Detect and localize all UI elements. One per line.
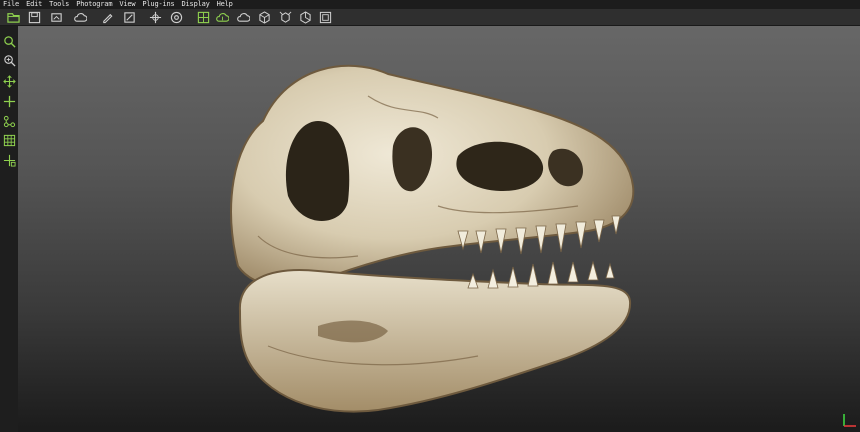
menu-tools[interactable]: Tools (49, 0, 69, 9)
transform-icon (3, 154, 16, 167)
menu-plugins[interactable]: Plug-ins (142, 0, 174, 9)
export-button[interactable] (49, 10, 63, 24)
save-button[interactable] (27, 10, 41, 24)
toolbar (0, 9, 860, 26)
menu-help[interactable]: Help (217, 0, 233, 9)
axis-gizmo-icon (843, 414, 856, 427)
zoom-tool-button[interactable] (2, 34, 16, 48)
menu-edit[interactable]: Edit (26, 0, 42, 9)
move-icon (149, 11, 161, 23)
export-icon (50, 12, 62, 22)
cloud-sync-icon (215, 12, 229, 22)
edit-icon (123, 11, 135, 23)
cube-frame-icon (319, 11, 331, 23)
cloud-button[interactable] (73, 10, 87, 24)
grid-tool-button[interactable] (2, 133, 16, 147)
cloud-icon (73, 12, 87, 22)
brush-button[interactable] (100, 10, 114, 24)
cloud-outline-icon (236, 12, 250, 22)
save-icon (28, 11, 40, 23)
zoom-region-tool-button[interactable] (2, 53, 16, 67)
edit-button[interactable] (122, 10, 136, 24)
brush-icon (102, 13, 112, 23)
open-folder-icon (6, 12, 20, 23)
target-icon (170, 11, 182, 23)
cube-arrows-icon (279, 11, 291, 23)
skull-model (230, 64, 635, 413)
move-axis-tool-button[interactable] (2, 94, 16, 108)
move-axis-icon (3, 95, 15, 107)
cube-alt-button[interactable] (298, 10, 312, 24)
pan-tool-button[interactable] (2, 74, 16, 88)
side-toolbar (0, 26, 19, 432)
cube-icon (258, 10, 270, 24)
cube-alt-icon (299, 10, 311, 24)
menu-bar: File Edit Tools Photogram View Plug-ins … (0, 0, 860, 9)
menu-file[interactable]: File (3, 0, 19, 9)
mesh-button[interactable] (196, 10, 210, 24)
pan-icon (2, 74, 16, 88)
mesh-icon (197, 11, 209, 23)
cube-arrows-button[interactable] (278, 10, 292, 24)
cube-button[interactable] (257, 10, 271, 24)
target-button[interactable] (169, 10, 183, 24)
menu-view[interactable]: View (119, 0, 135, 9)
transform-tool-button[interactable] (2, 153, 16, 167)
cloud-sync-button[interactable] (215, 10, 229, 24)
move-button[interactable] (148, 10, 162, 24)
zoom-region-icon (3, 54, 16, 67)
nodes-tool-button[interactable] (2, 114, 16, 128)
3d-viewport[interactable] (18, 26, 860, 432)
grid-icon (3, 134, 15, 146)
menu-display[interactable]: Display (182, 0, 210, 9)
zoom-icon (3, 35, 16, 48)
menu-photogram[interactable]: Photogram (76, 0, 112, 9)
nodes-icon (3, 115, 15, 127)
cloud-outline-button[interactable] (236, 10, 250, 24)
cube-frame-button[interactable] (318, 10, 332, 24)
open-folder-button[interactable] (6, 10, 20, 24)
